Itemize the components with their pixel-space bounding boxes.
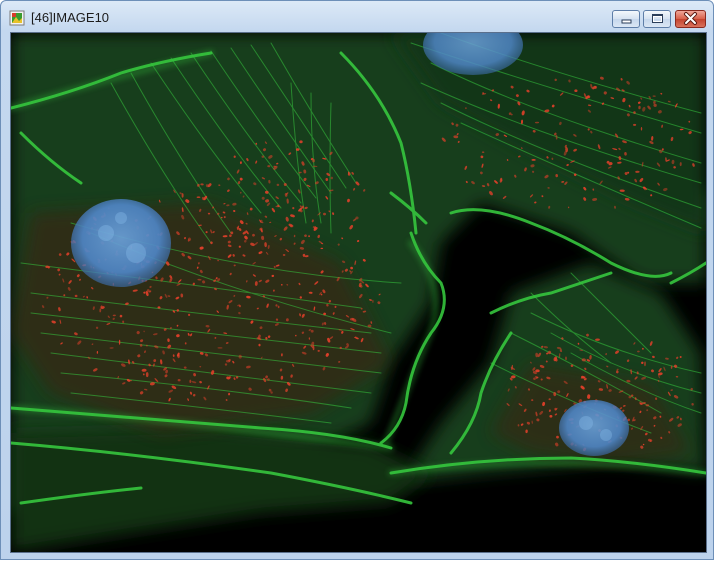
mitochondrion bbox=[273, 165, 276, 167]
mitochondrion bbox=[188, 313, 191, 316]
image-window: [46]IMAGE10 bbox=[0, 0, 714, 560]
minimize-icon bbox=[621, 19, 632, 24]
maximize-icon bbox=[652, 14, 663, 23]
mitochondrion bbox=[196, 196, 201, 198]
mitochondrion bbox=[633, 123, 637, 126]
fluorescence-micrograph bbox=[11, 33, 706, 552]
mitochondrion bbox=[238, 354, 242, 359]
mitochondrion bbox=[574, 89, 578, 92]
title-bar[interactable]: [46]IMAGE10 bbox=[1, 1, 713, 33]
close-button[interactable] bbox=[675, 10, 706, 28]
mitochondrion bbox=[531, 399, 534, 402]
image-document-icon bbox=[9, 9, 27, 27]
minimize-button[interactable] bbox=[612, 10, 640, 28]
mitochondrion bbox=[320, 247, 324, 250]
close-icon bbox=[684, 12, 697, 25]
mitochondrion bbox=[118, 339, 121, 345]
mitochondrion bbox=[645, 404, 650, 407]
window-title: [46]IMAGE10 bbox=[31, 10, 110, 25]
mitochondrion bbox=[145, 372, 149, 378]
nucleus-bottom-right bbox=[559, 400, 629, 456]
maximize-button[interactable] bbox=[643, 10, 671, 28]
mitochondrion bbox=[317, 349, 320, 352]
image-viewport[interactable] bbox=[10, 32, 707, 553]
